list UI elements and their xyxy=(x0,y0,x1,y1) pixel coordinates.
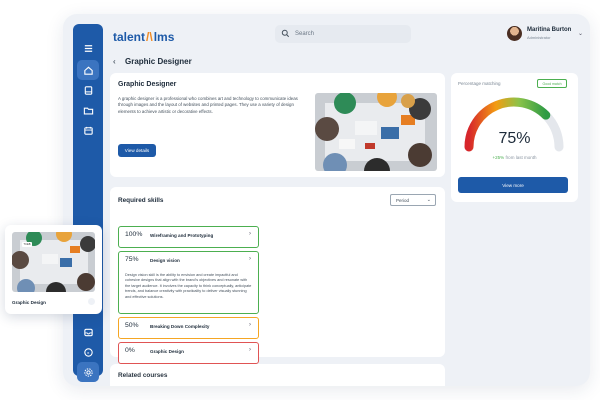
skill-percentage: 75% xyxy=(125,256,139,263)
skills-title: Required skills xyxy=(118,197,164,204)
folder-icon[interactable] xyxy=(77,100,99,120)
skill-percentage: 50% xyxy=(125,322,139,329)
user-name: Maritina Burton xyxy=(527,27,572,33)
match-percentage: 75% xyxy=(498,130,531,147)
more-icon[interactable] xyxy=(88,298,95,305)
view-more-button[interactable]: View more xyxy=(458,177,568,193)
course-thumbnail: TCEB xyxy=(12,232,95,292)
period-label: Period xyxy=(396,197,410,203)
chevron-down-icon[interactable]: ⌄ xyxy=(578,30,583,37)
skill-item[interactable]: 0% Graphic Design › xyxy=(118,342,259,364)
job-info-card: Graphic Designer A graphic designer is a… xyxy=(110,73,445,177)
view-details-button[interactable]: View details xyxy=(118,144,156,157)
avatar xyxy=(507,26,522,41)
skill-name: Graphic Design xyxy=(150,348,184,354)
percentage-matching-card: Percentage matching Good match 75% +25% … xyxy=(451,73,578,202)
skill-name: Breaking Down Complexity xyxy=(150,323,210,329)
skill-item[interactable]: 50% Breaking Down Complexity › xyxy=(118,317,259,339)
skill-name: Wireframing and Prototyping xyxy=(150,232,214,238)
related-courses-title: Related courses xyxy=(118,372,168,379)
settings-icon[interactable] xyxy=(77,362,99,382)
back-arrow-icon[interactable]: ‹ xyxy=(113,57,116,66)
job-description: A graphic designer is a professional who… xyxy=(118,96,298,114)
match-gauge xyxy=(464,97,564,152)
skill-item[interactable]: 100% Wireframing and Prototyping › xyxy=(118,226,259,248)
team-photo xyxy=(315,93,437,171)
required-skills-card: Required skills Period ⌄ 100% Wireframin… xyxy=(110,187,445,364)
related-courses-card: Related courses xyxy=(110,364,445,386)
change-suffix: from last month xyxy=(504,155,537,160)
user-menu[interactable]: Maritina Burton Administrator ⌄ xyxy=(507,25,583,45)
search-placeholder: Search xyxy=(295,31,315,37)
matching-label: Percentage matching xyxy=(458,81,501,86)
user-role: Administrator xyxy=(527,35,551,40)
help-icon[interactable] xyxy=(77,342,99,362)
change-value: +25% xyxy=(492,155,505,160)
course-title: Graphic Design xyxy=(12,300,46,305)
course-card[interactable]: TCEB Graphic Design xyxy=(5,225,102,314)
job-title: Graphic Designer xyxy=(118,81,177,88)
menu-icon[interactable] xyxy=(77,38,99,58)
book-icon[interactable] xyxy=(77,80,99,100)
chevron-down-icon: ⌄ xyxy=(426,197,431,203)
chevron-right-icon: › xyxy=(249,256,251,262)
course-tag: TCEB xyxy=(22,242,32,247)
app-window: talent/\lms Search Maritina Burton Admin… xyxy=(63,14,590,386)
calendar-icon[interactable] xyxy=(77,120,99,140)
page-title: Graphic Designer xyxy=(125,57,192,66)
skill-description: Design vision skill is the ability to en… xyxy=(125,273,252,299)
chevron-right-icon: › xyxy=(249,347,251,353)
match-change: +25% from last month xyxy=(451,155,578,160)
sidebar xyxy=(73,24,103,382)
skill-percentage: 100% xyxy=(125,231,143,238)
search-icon xyxy=(281,29,290,38)
skill-name: Design vision xyxy=(150,257,180,263)
top-bar: talent/\lms Search Maritina Burton Admin… xyxy=(103,22,590,52)
chevron-right-icon: › xyxy=(249,231,251,237)
brand-logo[interactable]: talent/\lms xyxy=(113,30,174,44)
search-input[interactable]: Search xyxy=(275,25,411,43)
skill-percentage: 0% xyxy=(125,347,135,354)
home-icon[interactable] xyxy=(77,60,99,80)
period-dropdown[interactable]: Period ⌄ xyxy=(390,194,436,206)
skill-item-expanded[interactable]: 75% Design vision › Design vision skill … xyxy=(118,251,259,314)
inbox-icon[interactable] xyxy=(77,322,99,342)
chevron-right-icon: › xyxy=(249,322,251,328)
